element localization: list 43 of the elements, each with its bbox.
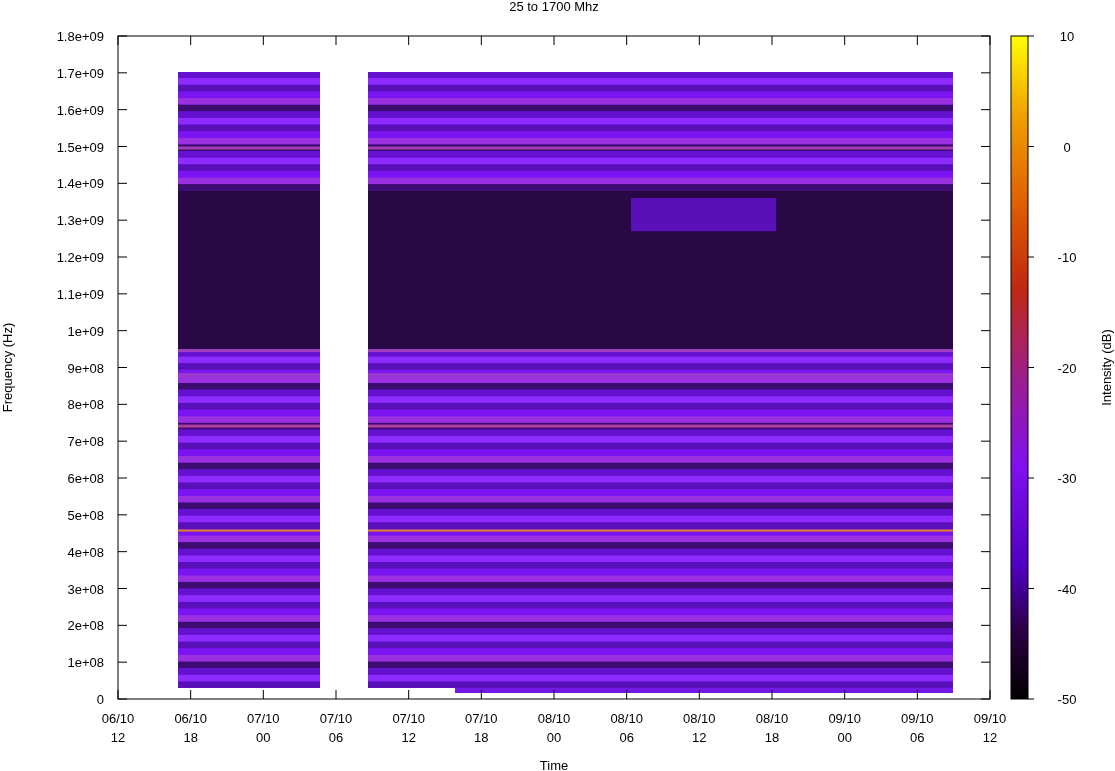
y-tick-label: 6e+08 [67, 471, 104, 486]
x-tick-label: 09/10 00 [828, 711, 861, 745]
x-tick-label: 08/10 06 [610, 711, 643, 745]
y-tick-label: 1.7e+09 [56, 65, 104, 81]
colorbar-label: Intensity (dB) [1099, 329, 1114, 406]
y-tick-label: 1.8e+09 [56, 29, 104, 44]
x-tick-label: 08/10 18 [755, 711, 789, 745]
y-tick-label: 1.2e+09 [56, 250, 104, 265]
x-tick-label: 09/10 12 [973, 711, 1007, 745]
x-tick-label: 06/10 18 [174, 711, 207, 745]
y-axis-label: Frequency (Hz) [0, 322, 15, 413]
x-tick-label: 09/10 06 [901, 711, 934, 745]
y-tick-label: 1.1e+09 [56, 286, 104, 302]
x-tick-label: 07/10 00 [247, 711, 280, 745]
y-tick-label: 0 [96, 692, 104, 707]
y-tick-label: 1e+09 [67, 323, 104, 339]
colorbar-tick-label: 0 [1063, 139, 1071, 155]
y-tick-label: 7e+08 [67, 434, 104, 450]
y-tick-label: 5e+08 [67, 507, 104, 523]
y-tick-label: 1e+08 [67, 655, 104, 671]
colorbar-tick-label: -10 [1057, 250, 1077, 265]
y-tick-label: 1.6e+09 [56, 102, 104, 118]
y-tick-label: 9e+08 [67, 360, 104, 376]
chart-title: 25 to 1700 Mhz [509, 0, 599, 14]
y-tick-label: 2e+08 [67, 618, 104, 634]
y-tick-label: 1.5e+09 [56, 139, 104, 155]
y-tick-label: 8e+08 [67, 397, 104, 413]
x-axis-label: Time [539, 758, 569, 771]
colorbar-tick-label: -50 [1057, 692, 1077, 707]
x-tick-label: 07/10 06 [319, 711, 353, 745]
y-tick-label: 1.4e+09 [56, 176, 104, 192]
x-tick-label: 08/10 00 [537, 711, 571, 745]
colorbar-tick-label: -30 [1057, 471, 1077, 486]
y-tick-label: 4e+08 [67, 544, 104, 560]
x-tick-label: 07/10 12 [392, 711, 425, 745]
y-tick-label: 3e+08 [67, 581, 104, 597]
colorbar-tick-label: 10 [1059, 29, 1075, 44]
colorbar-tick-label: -40 [1057, 581, 1077, 597]
x-tick-label: 07/10 18 [465, 711, 498, 745]
colorbar-tick-label: -20 [1057, 360, 1077, 376]
y-tick-label: 1.3e+09 [56, 213, 104, 229]
x-tick-label: 06/10 12 [101, 711, 135, 745]
x-tick-label: 08/10 12 [683, 711, 716, 745]
